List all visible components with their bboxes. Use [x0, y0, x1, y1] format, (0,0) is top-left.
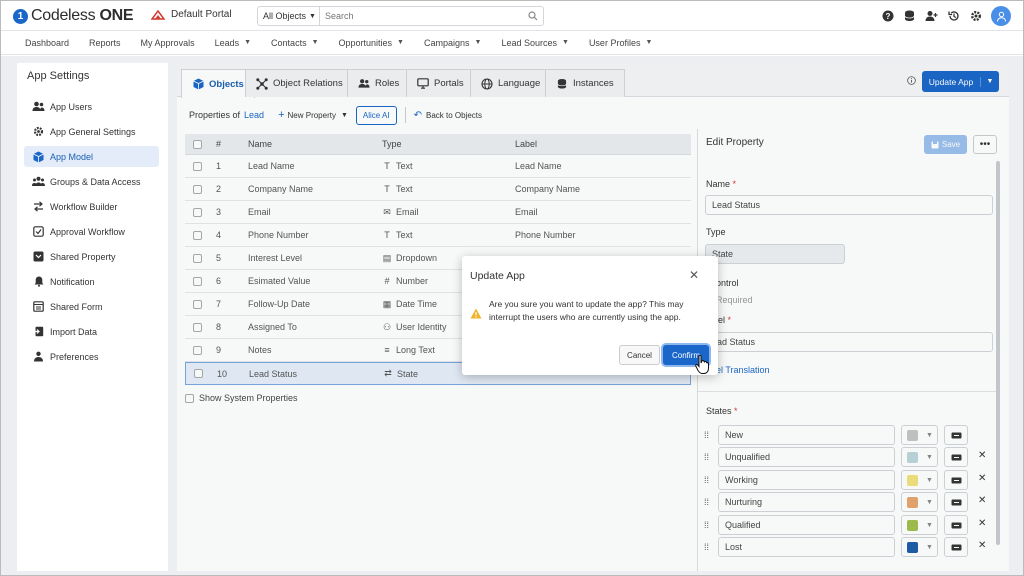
chevron-down-icon: ▼: [397, 39, 404, 46]
chevron-down-icon: ▼: [311, 39, 319, 46]
sidebar-item-app-general-settings[interactable]: App General Settings: [24, 121, 159, 142]
gear-icon[interactable]: [969, 10, 982, 23]
sidebar-title: App Settings: [27, 70, 90, 82]
dialog-title: Update App: [470, 270, 525, 282]
nav-label: Campaigns: [423, 37, 470, 48]
cube-icon: [32, 150, 45, 163]
sidebar-item-label: Workflow Builder: [50, 201, 118, 212]
dialog-message: Are you sure you want to update the app?…: [489, 299, 684, 322]
nav-lead-sources[interactable]: Lead Sources ▼: [501, 38, 568, 48]
shared-property-icon: [32, 250, 45, 263]
sidebar-item-label: Approval Workflow: [50, 226, 125, 237]
sidebar-item-groups-data-access[interactable]: Groups & Data Access: [24, 171, 159, 192]
sidebar-item-label: Groups & Data Access: [50, 176, 141, 187]
logo[interactable]: 1 Codeless ONE: [13, 7, 134, 25]
sidebar-item-import-data[interactable]: Import Data: [24, 321, 159, 342]
nav-label: My Approvals: [140, 37, 195, 48]
sidebar-item-label: App Model: [50, 151, 94, 162]
logo-name: Codeless: [31, 7, 96, 24]
sidebar-item-label: Notification: [50, 276, 95, 287]
sidebar-item-label: App General Settings: [50, 126, 136, 137]
warning-icon: [470, 308, 482, 319]
gear-icon: [32, 125, 45, 138]
help-icon[interactable]: ?: [881, 10, 894, 23]
nav-reports[interactable]: Reports: [89, 38, 121, 48]
sidebar-item-approval-workflow[interactable]: Approval Workflow: [24, 221, 159, 242]
portal-selector[interactable]: Default Portal: [151, 9, 232, 20]
nav-contacts[interactable]: Contacts ▼: [271, 38, 318, 48]
sidebar-item-label: Shared Form: [50, 301, 103, 312]
chevron-down-icon: ▼: [244, 39, 252, 46]
sidebar-item-shared-property[interactable]: Shared Property: [24, 246, 159, 267]
settings-sidebar: App Settings App Users App General Setti…: [17, 63, 168, 571]
portal-name: Default Portal: [171, 9, 232, 20]
top-icons: ?: [881, 6, 1011, 26]
import-icon: [32, 325, 45, 338]
sidebar-item-preferences[interactable]: Preferences: [24, 346, 159, 367]
logo-suffix: ONE: [99, 7, 134, 24]
add-user-icon[interactable]: [925, 10, 938, 23]
mouse-cursor-icon: [695, 355, 709, 374]
search-scope-dropdown[interactable]: All Objects ▼: [258, 7, 320, 25]
nav-label: Opportunities: [338, 37, 393, 48]
sidebar-item-app-users[interactable]: App Users: [24, 96, 159, 117]
history-icon[interactable]: [947, 10, 960, 23]
close-icon[interactable]: ✕: [689, 268, 699, 282]
sidebar-item-label: Import Data: [50, 326, 98, 337]
approval-icon: [32, 225, 45, 238]
main-nav: Dashboard Reports My Approvals Leads ▼ Co…: [1, 31, 1023, 55]
nav-label: Leads: [214, 37, 240, 48]
nav-campaigns[interactable]: Campaigns ▼: [424, 38, 481, 48]
sidebar-item-shared-form[interactable]: Shared Form: [24, 296, 159, 317]
app-window: 1 Codeless ONE Default Portal All Object…: [0, 0, 1024, 576]
svg-text:?: ?: [885, 12, 890, 21]
nav-label: Dashboard: [25, 37, 70, 48]
search-scope-label: All Objects: [263, 11, 307, 21]
nav-label: User Profiles: [588, 37, 641, 48]
nav-user-profiles[interactable]: User Profiles ▼: [589, 38, 652, 48]
nav-leads[interactable]: Leads ▼: [215, 38, 251, 48]
sidebar-item-label: Preferences: [50, 351, 99, 362]
nav-label: Lead Sources: [501, 37, 557, 48]
bell-icon: [32, 275, 45, 288]
nav-opportunities[interactable]: Opportunities ▼: [339, 38, 404, 48]
sidebar-item-workflow-builder[interactable]: Workflow Builder: [24, 196, 159, 217]
groups-icon: [32, 175, 45, 188]
nav-my-approvals[interactable]: My Approvals: [141, 38, 195, 48]
chevron-down-icon: ▼: [309, 12, 316, 20]
database-icon[interactable]: [903, 10, 916, 23]
chevron-down-icon: ▼: [562, 39, 569, 46]
nav-label: Contacts: [271, 37, 307, 48]
users-icon: [32, 100, 45, 113]
update-app-dialog: Update App ✕ Are you sure you want to up…: [462, 256, 718, 375]
portal-icon: [151, 9, 165, 20]
sidebar-item-notification[interactable]: Notification: [24, 271, 159, 292]
preferences-icon: [32, 350, 45, 363]
workflow-icon: [32, 200, 45, 213]
logo-mark-icon: 1: [13, 8, 28, 24]
search-input[interactable]: [320, 7, 523, 25]
cancel-label: Cancel: [627, 350, 652, 360]
chevron-down-icon: ▼: [645, 39, 653, 46]
nav-dashboard[interactable]: Dashboard: [25, 38, 69, 48]
cancel-button[interactable]: Cancel: [619, 345, 660, 365]
top-bar: 1 Codeless ONE Default Portal All Object…: [1, 1, 1023, 31]
search-icon[interactable]: [523, 7, 543, 25]
sidebar-item-app-model[interactable]: App Model: [24, 146, 159, 167]
user-avatar-icon[interactable]: [991, 6, 1011, 26]
search-group: All Objects ▼: [257, 6, 544, 26]
nav-label: Reports: [89, 37, 121, 48]
sidebar-item-label: App Users: [50, 101, 93, 112]
form-icon: [32, 300, 45, 313]
sidebar-item-label: Shared Property: [50, 251, 116, 262]
chevron-down-icon: ▼: [474, 39, 482, 46]
